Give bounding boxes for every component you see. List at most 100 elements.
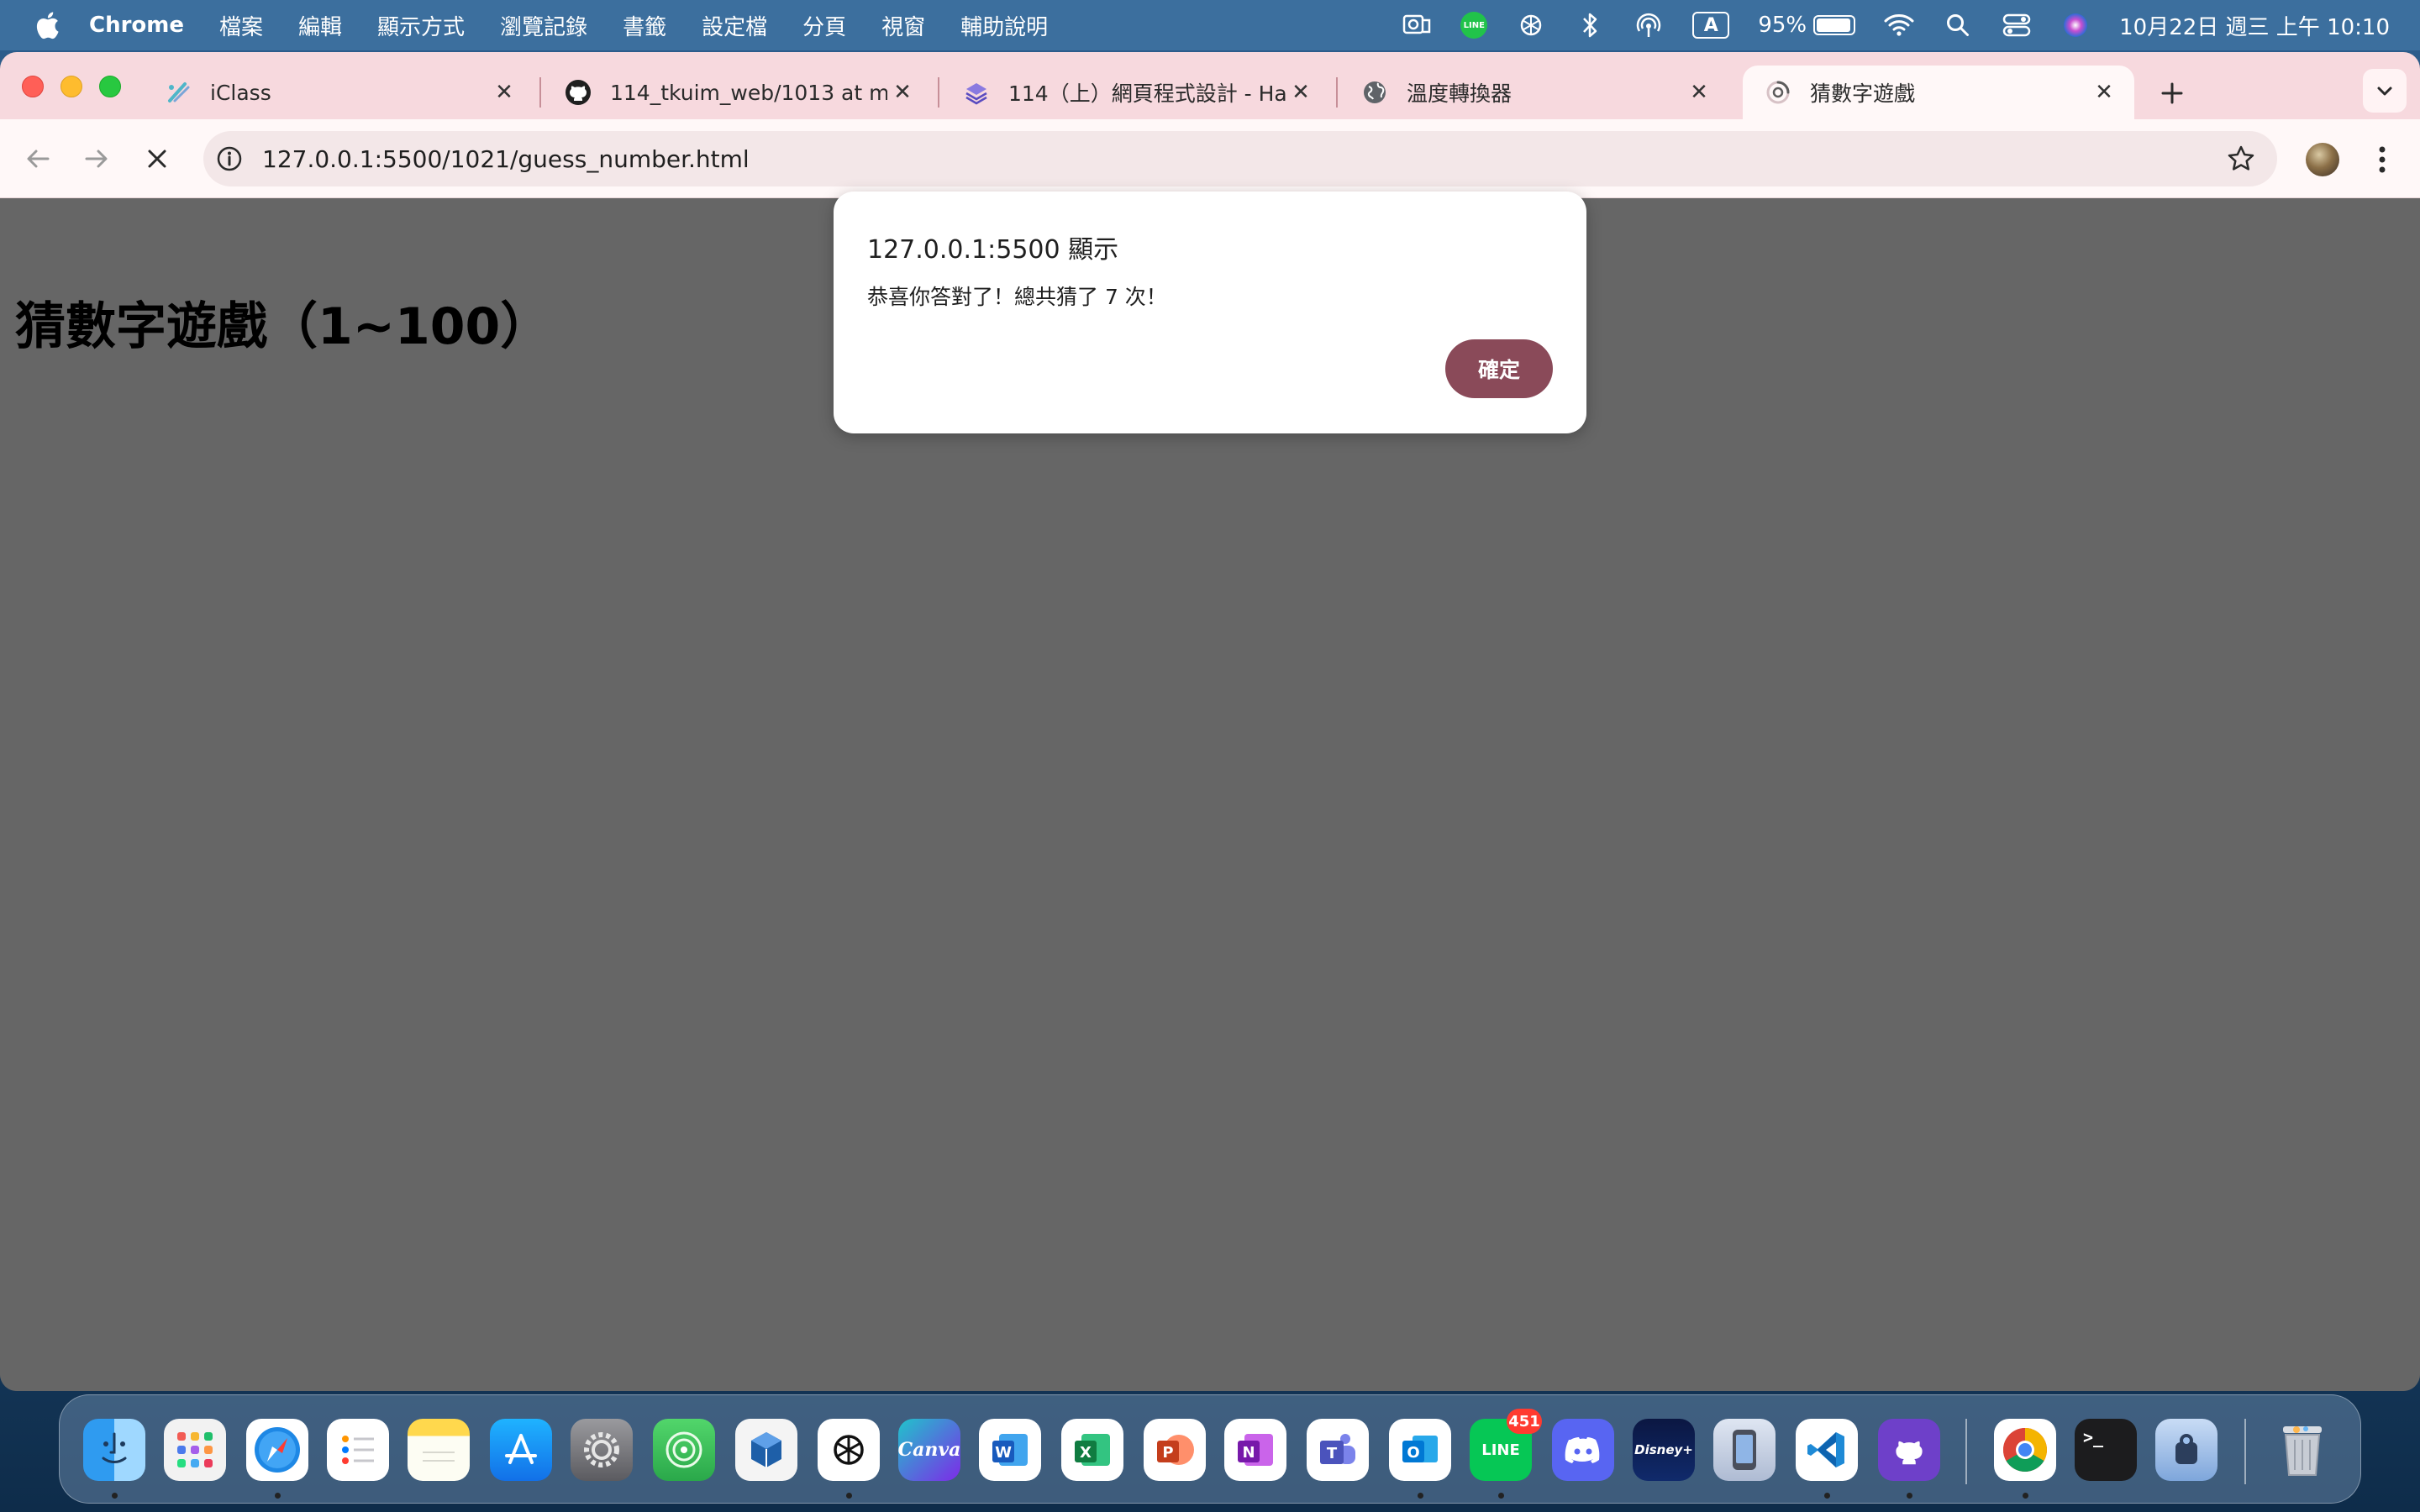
menu-window[interactable]: 視窗: [881, 10, 925, 41]
status-area: LINE A 95% 10月22日 週三 上午 10:10: [1402, 0, 2390, 50]
stop-loading-button[interactable]: [138, 139, 176, 178]
notes-icon[interactable]: [408, 1419, 470, 1481]
dialog-title: 127.0.0.1:5500 顯示: [867, 235, 1119, 265]
address-bar[interactable]: 127.0.0.1:5500/1021/guess_number.html: [203, 131, 2277, 186]
menu-edit[interactable]: 編輯: [298, 10, 342, 41]
finder-icon[interactable]: [83, 1419, 145, 1481]
ok-button[interactable]: 確定: [1445, 339, 1553, 398]
chrome-icon[interactable]: [1994, 1419, 2056, 1481]
safari-icon[interactable]: [246, 1419, 308, 1481]
outlook-icon[interactable]: O: [1389, 1419, 1451, 1481]
chatgpt-status-icon[interactable]: [1516, 10, 1546, 40]
chatgpt-icon[interactable]: [818, 1419, 880, 1481]
battery-percent: 95%: [1758, 13, 1807, 38]
back-button[interactable]: [18, 139, 57, 178]
svg-text:P: P: [1162, 1444, 1173, 1462]
more-menu-icon[interactable]: [2370, 141, 2395, 178]
disney-plus-icon[interactable]: Disney+: [1633, 1419, 1695, 1481]
screenshot-app-icon[interactable]: [2155, 1419, 2217, 1481]
launchpad-icon[interactable]: [164, 1419, 226, 1481]
bluetooth-icon[interactable]: [1575, 10, 1605, 40]
menu-profiles[interactable]: 設定檔: [702, 10, 767, 41]
menu-bookmarks[interactable]: 書籤: [623, 10, 666, 41]
outlook-status-icon[interactable]: [1402, 10, 1432, 40]
tab-iclass[interactable]: iClass ✕: [143, 66, 534, 119]
close-window-button[interactable]: [22, 76, 44, 97]
onenote-icon[interactable]: N: [1224, 1419, 1286, 1481]
running-indicator: [846, 1493, 852, 1499]
reminders-icon[interactable]: [327, 1419, 389, 1481]
menubar-clock[interactable]: 10月22日 週三 上午 10:10: [2119, 10, 2390, 41]
menu-view[interactable]: 顯示方式: [377, 10, 465, 41]
teams-icon[interactable]: T: [1307, 1419, 1369, 1481]
input-method-indicator[interactable]: A: [1692, 12, 1730, 39]
word-icon[interactable]: W: [979, 1419, 1041, 1481]
window-controls: [22, 76, 121, 97]
tab-strip: iClass ✕ 114_tkuim_web/1013 at main ✕ 11…: [0, 52, 2420, 119]
running-indicator: [275, 1493, 281, 1499]
menu-file[interactable]: 檔案: [219, 10, 263, 41]
menu-bar: Chrome 檔案 編輯 顯示方式 瀏覽記錄 書籤 設定檔 分頁 視窗 輔助說明…: [0, 0, 2420, 50]
menu-app-chrome[interactable]: Chrome: [89, 13, 184, 38]
menu-help[interactable]: 輔助說明: [960, 10, 1048, 41]
vscode-icon[interactable]: [1796, 1419, 1858, 1481]
bookmark-star-icon[interactable]: [2227, 144, 2255, 173]
close-tab-icon[interactable]: ✕: [1684, 77, 1714, 108]
close-tab-icon[interactable]: ✕: [2089, 77, 2119, 108]
tab-guess-number[interactable]: 猜數字遊戲 ✕: [1743, 66, 2134, 119]
powerpoint-icon[interactable]: P: [1144, 1419, 1206, 1481]
running-indicator: [1824, 1493, 1830, 1499]
system-settings-icon[interactable]: [571, 1419, 633, 1481]
close-tab-icon[interactable]: ✕: [489, 77, 519, 108]
loading-icon: [1765, 79, 1791, 106]
running-indicator: [1498, 1493, 1504, 1499]
control-center-icon[interactable]: [2002, 10, 2032, 40]
line-status-icon[interactable]: LINE: [1460, 12, 1488, 39]
canva-icon[interactable]: Canva: [898, 1419, 960, 1481]
discord-icon[interactable]: [1552, 1419, 1614, 1481]
menu-tab[interactable]: 分頁: [802, 10, 846, 41]
svg-text:W: W: [995, 1444, 1012, 1462]
apple-icon[interactable]: [34, 12, 60, 39]
profile-avatar[interactable]: [2306, 143, 2339, 176]
excel-icon[interactable]: X: [1061, 1419, 1123, 1481]
terminal-icon[interactable]: >_: [2075, 1419, 2137, 1481]
close-tab-icon[interactable]: ✕: [887, 77, 918, 108]
battery-indicator[interactable]: 95%: [1758, 13, 1856, 38]
simulator-icon[interactable]: [1713, 1419, 1776, 1481]
trash-icon[interactable]: [2271, 1419, 2333, 1481]
minimize-window-button[interactable]: [60, 76, 82, 97]
tab-hackmd[interactable]: 114（上）網頁程式設計 - Hack ✕: [941, 66, 1331, 119]
tab-separator: [1336, 77, 1338, 108]
tab-search-button[interactable]: [2363, 69, 2407, 113]
spotlight-search-icon[interactable]: [1943, 10, 1973, 40]
tab-github[interactable]: 114_tkuim_web/1013 at main ✕: [543, 66, 933, 119]
dock-separator: [2244, 1419, 2246, 1484]
zoom-window-button[interactable]: [99, 76, 121, 97]
tab-temperature-converter[interactable]: 溫度轉換器 ✕: [1339, 66, 1729, 119]
running-indicator: [1418, 1493, 1423, 1499]
tab-title: 溫度轉換器: [1407, 81, 1512, 106]
browser-toolbar: 127.0.0.1:5500/1021/guess_number.html: [0, 119, 2420, 198]
globe-icon: [1361, 79, 1388, 106]
tab-title: 114_tkuim_web/1013 at main: [610, 80, 887, 105]
url-text[interactable]: 127.0.0.1:5500/1021/guess_number.html: [262, 145, 750, 173]
close-tab-icon[interactable]: ✕: [1286, 77, 1316, 108]
tab-separator: [938, 77, 939, 108]
tab-title: iClass: [210, 80, 271, 105]
menu-history[interactable]: 瀏覽記錄: [500, 10, 587, 41]
dock: Canva W X P N T O LINE 451 Disney+ >_: [59, 1394, 2361, 1504]
app-store-icon[interactable]: [490, 1419, 552, 1481]
siri-icon[interactable]: [2060, 10, 2091, 40]
find-my-icon[interactable]: [653, 1419, 715, 1481]
airdrop-icon[interactable]: [1634, 10, 1664, 40]
github-desktop-icon[interactable]: [1878, 1419, 1940, 1481]
forward-button[interactable]: [77, 139, 116, 178]
new-tab-button[interactable]: [2151, 72, 2193, 114]
close-icon: [148, 150, 166, 168]
site-info-icon[interactable]: [215, 144, 244, 173]
wifi-icon[interactable]: [1884, 10, 1914, 40]
svg-text:N: N: [1242, 1444, 1255, 1462]
virtualbox-icon[interactable]: [735, 1419, 797, 1481]
tab-title: 猜數字遊戲: [1810, 81, 1916, 106]
